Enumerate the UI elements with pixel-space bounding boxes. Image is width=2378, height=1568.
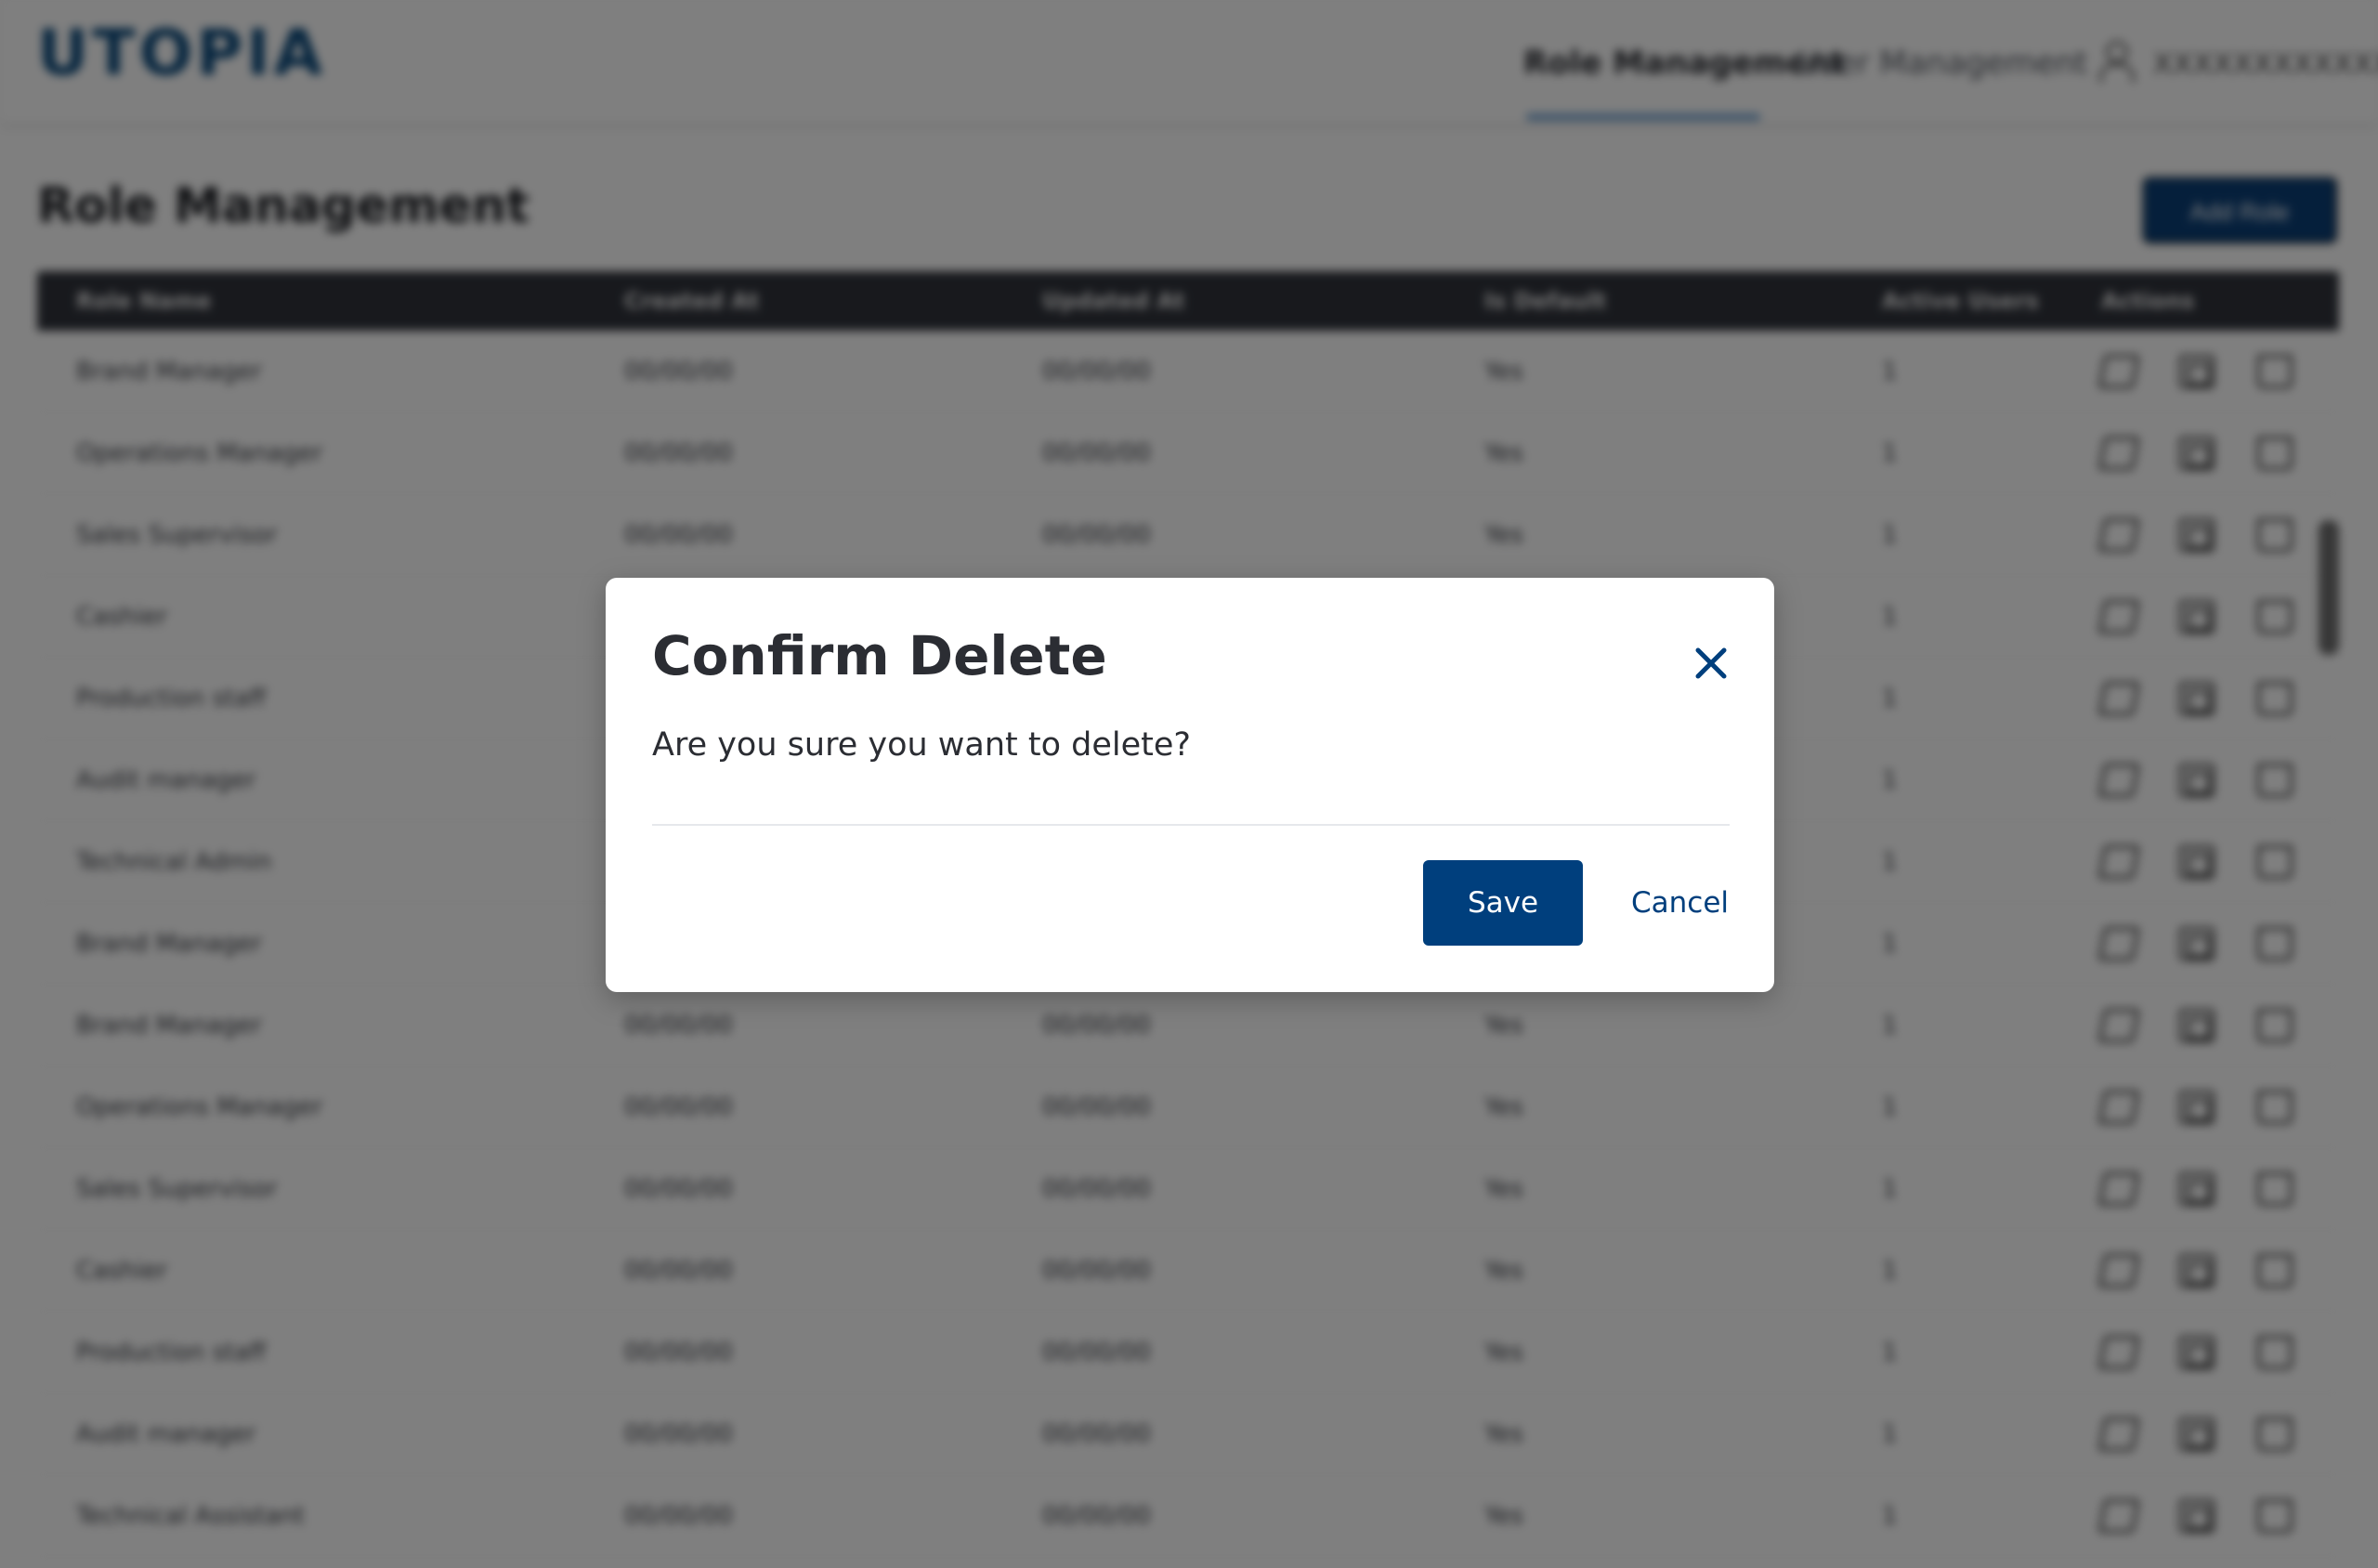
dialog-message: Are you sure you want to delete? xyxy=(652,726,1191,764)
close-button[interactable] xyxy=(1683,635,1739,691)
dialog-divider xyxy=(652,824,1730,826)
cancel-button[interactable]: Cancel xyxy=(1631,879,1729,927)
dialog-title: Confirm Delete xyxy=(652,624,1107,687)
confirm-delete-dialog: Confirm Delete Are you sure you want to … xyxy=(606,578,1774,992)
save-button[interactable]: Save xyxy=(1423,860,1583,946)
close-icon xyxy=(1695,647,1727,679)
